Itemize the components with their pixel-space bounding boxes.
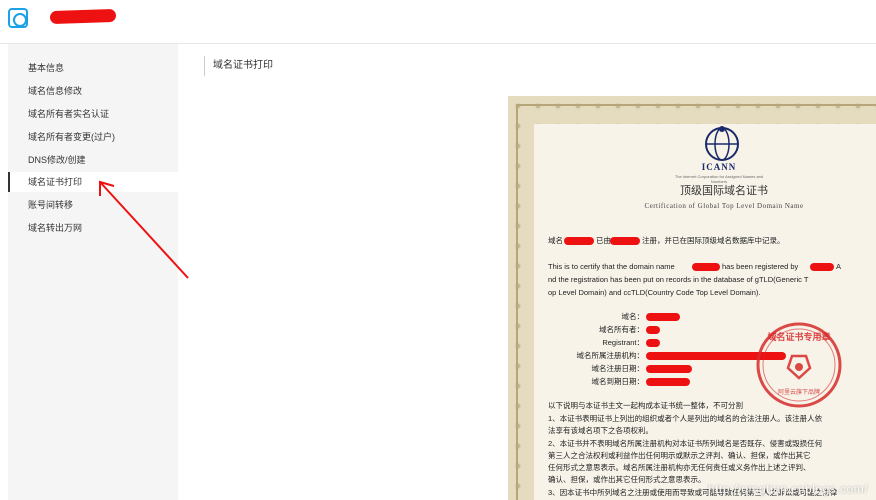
certificate-body: ICANN The Internet Corporation for Assig…	[534, 124, 876, 500]
field-label-registrant: Registrant：	[602, 338, 644, 347]
redacted-field-reg-date	[646, 365, 692, 373]
field-label-owner: 域名所有者：	[599, 325, 644, 334]
redacted-domain	[564, 237, 594, 245]
note-line: 确认、担保，或作出其它任何形式之意思表示。	[548, 475, 706, 484]
app-logo-icon[interactable]	[8, 8, 28, 28]
sidebar-item-edit-info[interactable]: 域名信息修改	[8, 81, 178, 101]
intro-en-2: nd the registration has been put on reco…	[548, 275, 809, 284]
sidebar-item-owner-verify[interactable]: 域名所有者实名认证	[8, 104, 178, 124]
redacted-registrant	[610, 237, 640, 245]
redacted-field-exp-date	[646, 378, 690, 386]
watermark: http://qingtian.cnblogs.com/	[707, 482, 868, 496]
field-label-registrar: 域名所属注册机构：	[576, 351, 645, 360]
intro-en-1a: This is to certify that the domain name	[548, 262, 675, 271]
intro-zh-c: 注册，并已在国际顶级域名数据库中记录。	[642, 236, 785, 245]
certificate-image: ICANN The Internet Corporation for Assig…	[508, 96, 876, 500]
annotation-arrow-icon	[99, 180, 189, 279]
icann-globe-icon	[705, 126, 739, 161]
page-title: 域名证书打印	[204, 56, 273, 76]
certificate-title-en: Certification of Global Top Level Domain…	[644, 202, 804, 210]
redacted-domain-en	[692, 263, 720, 271]
icann-wordmark: ICANN	[701, 162, 737, 172]
seal-icon: 域名证书专用章 阿里云旗下品牌	[756, 322, 842, 408]
intro-en-1b: has been registered by	[722, 262, 799, 271]
official-seal: 域名证书专用章 阿里云旗下品牌	[754, 320, 844, 410]
intro-en-1c: A	[836, 262, 842, 271]
sidebar-item-dns[interactable]: DNS修改/创建	[8, 150, 178, 170]
sidebar-item-owner-transfer[interactable]: 域名所有者变更(过户)	[8, 127, 178, 147]
intro-zh-b: 已由	[596, 236, 611, 245]
redacted-field-domain	[646, 313, 680, 321]
field-label-domain: 域名：	[621, 312, 645, 321]
intro-zh-a: 域名	[548, 236, 563, 245]
seal-text: 域名证书专用章	[767, 331, 830, 343]
redacted-account-name	[49, 8, 117, 25]
seal-subtext: 阿里云旗下品牌	[778, 388, 820, 396]
sidebar-item-basic-info[interactable]: 基本信息	[8, 58, 178, 78]
note-line: 法享有该域名项下之各项权利。	[548, 426, 653, 435]
redacted-field-owner	[646, 326, 660, 334]
intro-en-3: op Level Domain) and ccTLD(Country Code …	[548, 288, 761, 297]
field-label-exp-date: 域名到期日期：	[591, 377, 645, 386]
redacted-field-registrant	[646, 339, 660, 347]
field-label-reg-date: 域名注册日期：	[591, 364, 645, 373]
redacted-registrant-en	[810, 263, 834, 271]
top-bar	[0, 0, 876, 44]
notes-title: 以下说明与本证书主文一起构成本证书统一整体，不可分割	[548, 401, 743, 410]
certificate-title-zh: 顶级国际域名证书	[680, 185, 768, 197]
